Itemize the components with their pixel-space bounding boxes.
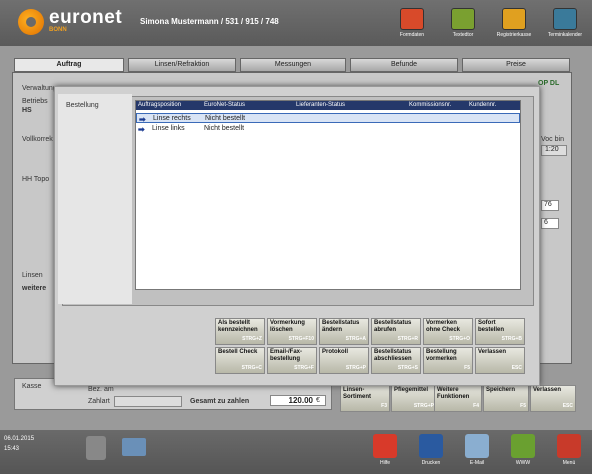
bestellstatus-aendern-button[interactable]: Bestellstatus ändern STRG+A <box>319 318 369 345</box>
gesamt-label: Gesamt zu zahlen <box>190 398 250 405</box>
col-kundennr[interactable]: Kundennr. <box>469 102 496 108</box>
verlassen-dialog-button[interactable]: Verlassen ESC <box>475 347 525 374</box>
bez-am-label: Bez. am <box>88 386 114 393</box>
table-row[interactable]: ➡ Linse rechts Nicht bestellt <box>136 113 520 124</box>
app-header: euronet BONN Simona Mustermann / 531 / 9… <box>0 0 592 46</box>
col-lieferanten-status[interactable]: Lieferanten-Status <box>296 102 345 108</box>
linsen-sortiment-button[interactable]: Linsen-Sortiment F3 <box>340 385 390 412</box>
value-76-field[interactable]: 76 <box>541 200 559 211</box>
tab-auftrag[interactable]: Auftrag <box>14 58 124 72</box>
calendar-icon <box>553 8 577 30</box>
tab-befunde[interactable]: Befunde <box>350 58 458 72</box>
vocbin-label: Voc bin <box>541 136 564 143</box>
col-kommissionsnr[interactable]: Kommissionsnr. <box>409 102 451 108</box>
arrow-right-icon: ➡ <box>139 115 146 124</box>
brand-sub: BONN <box>49 27 67 33</box>
globe-icon <box>511 434 535 458</box>
row-status: Nicht bestellt <box>205 115 246 122</box>
brand-name: euronet <box>49 7 123 28</box>
sofort-bestellen-button[interactable]: Sofort bestellen STRG+B <box>475 318 525 345</box>
card-icon[interactable] <box>122 438 146 456</box>
kasse-label: Kasse <box>22 383 42 390</box>
vocbin-field[interactable]: 1:20 <box>541 145 567 156</box>
email-button[interactable]: E-Mail <box>460 434 494 470</box>
linsen-label: Linsen <box>22 272 43 279</box>
tab-linsen-refraktion[interactable]: Linsen/Refraktion <box>128 58 236 72</box>
arrow-right-icon: ➡ <box>138 125 145 134</box>
help-icon <box>373 434 397 458</box>
menu-button[interactable]: Menü <box>552 434 586 470</box>
row-status: Nicht bestellt <box>204 125 245 132</box>
zahlart-select[interactable] <box>114 396 182 407</box>
user-icon[interactable] <box>86 436 106 460</box>
hilfe-button[interactable]: Hilfe <box>368 434 402 470</box>
bestell-check-button[interactable]: Bestell Check STRG+C <box>215 347 265 374</box>
register-icon <box>502 8 526 30</box>
betriebs-label: Betriebs <box>22 98 48 105</box>
printer-icon <box>419 434 443 458</box>
hh-topo-label: HH Topo <box>22 176 50 183</box>
vollkorrektur-label: Vollkorrek <box>22 136 53 143</box>
bestellstatus-abrufen-button[interactable]: Bestellstatus abrufen STRG+R <box>371 318 421 345</box>
col-auftragsposition[interactable]: Auftragsposition <box>138 102 181 108</box>
glasses-icon <box>400 8 424 30</box>
footer-date: 06.01.2015 <box>4 436 35 442</box>
menu-icon <box>557 434 581 458</box>
speichern-button[interactable]: Speichern F5 <box>483 385 529 412</box>
hs-label: HS <box>22 107 32 114</box>
www-button[interactable]: WWW <box>506 434 540 470</box>
registrierkasse-button[interactable]: Registrierkasse <box>492 6 536 44</box>
vormerken-ohne-check-button[interactable]: Vormerken ohne Check STRG+O <box>423 318 473 345</box>
texteditor-button[interactable]: Textedtor <box>441 6 485 44</box>
verwaltung-label: Verwaltung <box>22 85 57 92</box>
dialog-left-panel <box>58 94 132 304</box>
bestellung-label: Bestellung <box>66 102 99 109</box>
formdaten-button[interactable]: Formdaten <box>390 6 434 44</box>
op-dl-label: OP DL <box>538 80 560 87</box>
als-bestellt-kennzeichnen-button[interactable]: Als bestellt kennzeichnen STRG+Z <box>215 318 265 345</box>
vormerkung-loeschen-button[interactable]: Vormerkung löschen STRG+F10 <box>267 318 317 345</box>
bestellung-vormerken-button[interactable]: Bestellung vormerken F5 <box>423 347 473 374</box>
value-6-field[interactable]: 6 <box>541 218 559 229</box>
pencil-icon <box>451 8 475 30</box>
terminkalender-button[interactable]: Terminkalender <box>543 6 587 44</box>
bestellung-table: Auftragsposition EuroNet-Status Lieferan… <box>135 100 521 290</box>
tab-preise[interactable]: Preise <box>462 58 570 72</box>
row-position: Linse links <box>152 125 185 132</box>
protokoll-button[interactable]: Protokoll STRG+P <box>319 347 369 374</box>
euronet-logo-icon <box>18 9 44 35</box>
mail-icon <box>465 434 489 458</box>
table-header: Auftragsposition EuroNet-Status Lieferan… <box>136 101 520 110</box>
zahlart-label: Zahlart <box>88 398 110 405</box>
weitere-label: weitere <box>22 285 47 292</box>
weitere-funktionen-button[interactable]: Weitere Funktionen F4 <box>434 385 482 412</box>
verlassen-bottom-button[interactable]: Verlassen ESC <box>530 385 576 412</box>
tab-messungen[interactable]: Messungen <box>240 58 346 72</box>
footer-time: 15:43 <box>4 446 20 452</box>
col-euronet-status[interactable]: EuroNet-Status <box>204 102 245 108</box>
user-info: Simona Mustermann / 531 / 915 / 748 <box>140 17 279 26</box>
currency-label: € <box>316 397 320 404</box>
row-position: Linse rechts <box>153 115 191 122</box>
bestellstatus-abschliessen-button[interactable]: Bestellstatus abschliessen STRG+S <box>371 347 421 374</box>
pflegemittel-button[interactable]: Pflegemittel STRG+P <box>391 385 437 412</box>
email-fax-bestellung-button[interactable]: Email-/Fax-bestellung STRG+F <box>267 347 317 374</box>
drucken-button[interactable]: Drucken <box>414 434 448 470</box>
table-row[interactable]: ➡ Linse links Nicht bestellt <box>136 124 520 134</box>
